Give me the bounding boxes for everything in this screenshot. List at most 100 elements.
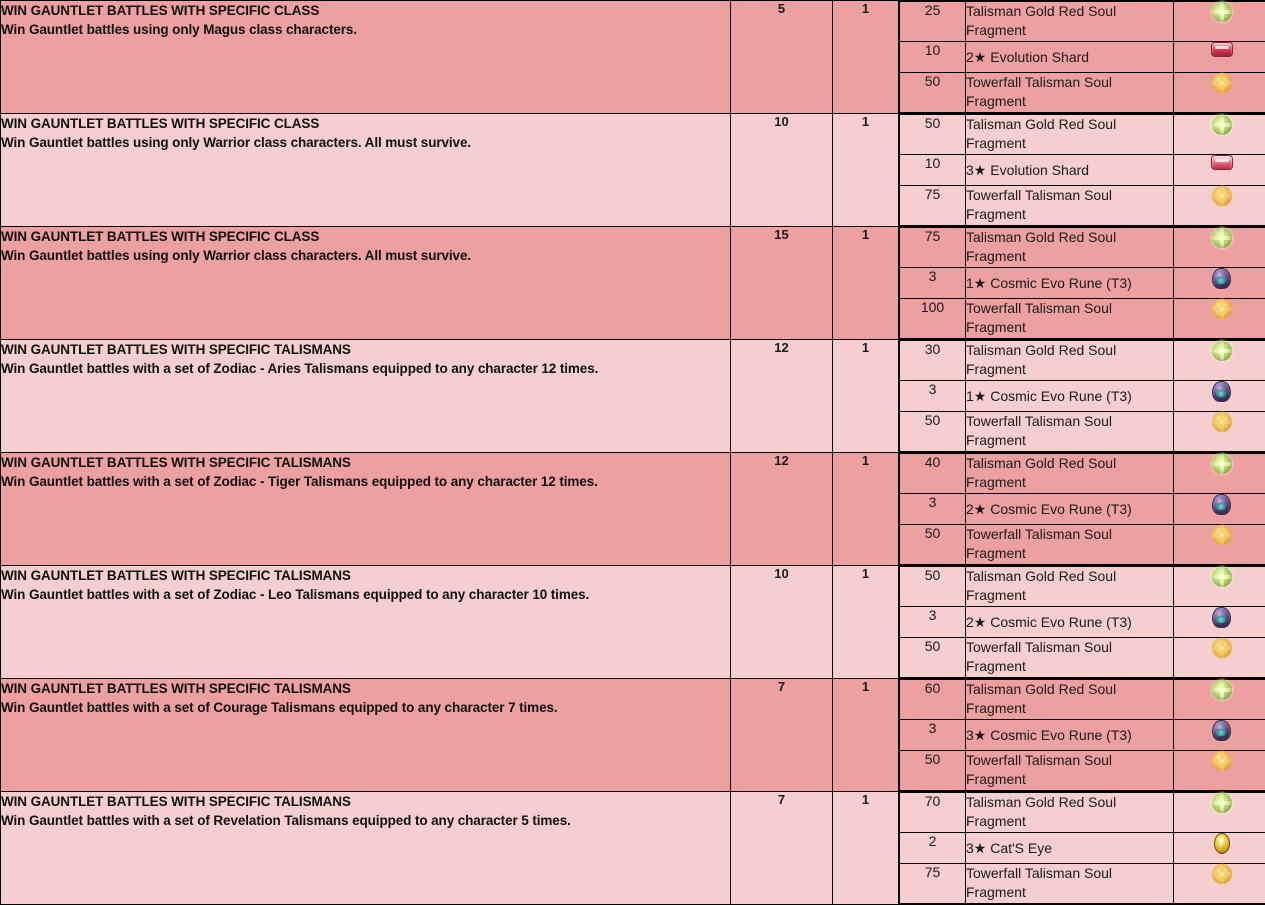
reward-quantity: 3: [900, 720, 966, 751]
reward-name: Talisman Gold Red Soul Fragment: [966, 341, 1174, 381]
reward-row: 30Talisman Gold Red Soul Fragment: [900, 341, 1265, 381]
reward-row: 100Towerfall Talisman Soul Fragment: [900, 299, 1265, 339]
quest-count-cell: 7: [731, 792, 833, 905]
quest-title: WIN GAUNTLET BATTLES WITH SPECIFIC TALIS…: [1, 792, 730, 811]
soul-fragment-icon: [1212, 680, 1232, 700]
soul-fragment-icon: [1212, 567, 1232, 587]
reward-name: 3★ Evolution Shard: [966, 155, 1174, 186]
reward-group-cell: 30Talisman Gold Red Soul Fragment31★ Cos…: [899, 340, 1265, 453]
quest-subtitle: Win Gauntlet battles with a set of Zodia…: [1, 472, 730, 491]
cosmic-evo-rune-icon: [1212, 720, 1231, 741]
quest-count-cell: 12: [731, 453, 833, 566]
reward-quantity: 60: [900, 680, 966, 720]
quest-subtitle: Win Gauntlet battles with a set of Zodia…: [1, 359, 730, 378]
reward-name: Towerfall Talisman Soul Fragment: [966, 638, 1174, 678]
reward-name: Talisman Gold Red Soul Fragment: [966, 793, 1174, 833]
quest-title: WIN GAUNTLET BATTLES WITH SPECIFIC CLASS: [1, 227, 730, 246]
quest-row: WIN GAUNTLET BATTLES WITH SPECIFIC CLASS…: [1, 114, 1265, 227]
reward-icon-cell: [1174, 268, 1265, 299]
quest-subtitle: Win Gauntlet battles with a set of Zodia…: [1, 585, 730, 604]
reward-quantity: 75: [900, 186, 966, 226]
reward-icon-cell: [1174, 381, 1265, 412]
reward-name: Talisman Gold Red Soul Fragment: [966, 115, 1174, 155]
towerfall-fragment-icon: [1212, 864, 1232, 884]
quest-count-cell: 7: [731, 679, 833, 792]
reward-table: 50Talisman Gold Red Soul Fragment103★ Ev…: [899, 114, 1265, 226]
quest-description-cell: WIN GAUNTLET BATTLES WITH SPECIFIC CLASS…: [1, 1, 731, 114]
quest-description-cell: WIN GAUNTLET BATTLES WITH SPECIFIC TALIS…: [1, 453, 731, 566]
reward-row: 25Talisman Gold Red Soul Fragment: [900, 2, 1265, 42]
reward-row: 23★ Cat'S Eye: [900, 833, 1265, 864]
reward-icon-cell: [1174, 73, 1265, 113]
reward-quantity: 10: [900, 155, 966, 186]
quest-subtitle: Win Gauntlet battles using only Warrior …: [1, 246, 730, 265]
towerfall-fragment-icon: [1212, 299, 1232, 319]
reward-quantity: 10: [900, 42, 966, 73]
quest-title: WIN GAUNTLET BATTLES WITH SPECIFIC TALIS…: [1, 679, 730, 698]
quest-times-cell: 1: [833, 679, 899, 792]
quest-title: WIN GAUNTLET BATTLES WITH SPECIFIC TALIS…: [1, 453, 730, 472]
reward-icon-cell: [1174, 228, 1265, 268]
reward-group-cell: 50Talisman Gold Red Soul Fragment32★ Cos…: [899, 566, 1265, 679]
reward-name: Towerfall Talisman Soul Fragment: [966, 864, 1174, 904]
reward-quantity: 50: [900, 525, 966, 565]
quest-description-cell: WIN GAUNTLET BATTLES WITH SPECIFIC CLASS…: [1, 227, 731, 340]
reward-name: Towerfall Talisman Soul Fragment: [966, 525, 1174, 565]
reward-row: 32★ Cosmic Evo Rune (T3): [900, 607, 1265, 638]
reward-quantity: 3: [900, 268, 966, 299]
quest-row: WIN GAUNTLET BATTLES WITH SPECIFIC TALIS…: [1, 792, 1265, 905]
quest-row: WIN GAUNTLET BATTLES WITH SPECIFIC TALIS…: [1, 453, 1265, 566]
quest-row: WIN GAUNTLET BATTLES WITH SPECIFIC TALIS…: [1, 340, 1265, 453]
reward-name: Talisman Gold Red Soul Fragment: [966, 2, 1174, 42]
quest-times-cell: 1: [833, 340, 899, 453]
reward-quantity: 100: [900, 299, 966, 339]
soul-fragment-icon: [1212, 341, 1232, 361]
towerfall-fragment-icon: [1212, 186, 1232, 206]
reward-row: 50Towerfall Talisman Soul Fragment: [900, 638, 1265, 678]
reward-icon-cell: [1174, 680, 1265, 720]
reward-quantity: 75: [900, 864, 966, 904]
quest-row: WIN GAUNTLET BATTLES WITH SPECIFIC TALIS…: [1, 566, 1265, 679]
reward-quantity: 25: [900, 2, 966, 42]
towerfall-fragment-icon: [1212, 412, 1232, 432]
reward-name: Talisman Gold Red Soul Fragment: [966, 228, 1174, 268]
reward-group-cell: 50Talisman Gold Red Soul Fragment103★ Ev…: [899, 114, 1265, 227]
reward-row: 31★ Cosmic Evo Rune (T3): [900, 381, 1265, 412]
soul-fragment-icon: [1212, 228, 1232, 248]
reward-group-cell: 75Talisman Gold Red Soul Fragment31★ Cos…: [899, 227, 1265, 340]
reward-quantity: 3: [900, 494, 966, 525]
reward-name: 3★ Cosmic Evo Rune (T3): [966, 720, 1174, 751]
quest-times-cell: 1: [833, 453, 899, 566]
quest-description-cell: WIN GAUNTLET BATTLES WITH SPECIFIC TALIS…: [1, 340, 731, 453]
reward-icon-cell: [1174, 567, 1265, 607]
reward-quantity: 3: [900, 607, 966, 638]
reward-row: 50Towerfall Talisman Soul Fragment: [900, 73, 1265, 113]
quest-description-cell: WIN GAUNTLET BATTLES WITH SPECIFIC TALIS…: [1, 792, 731, 905]
quest-times-cell: 1: [833, 1, 899, 114]
quest-times-cell: 1: [833, 227, 899, 340]
cosmic-evo-rune-icon: [1212, 268, 1231, 289]
reward-name: Talisman Gold Red Soul Fragment: [966, 454, 1174, 494]
soul-fragment-icon: [1212, 454, 1232, 474]
quest-table: WIN GAUNTLET BATTLES WITH SPECIFIC CLASS…: [0, 0, 1265, 905]
reward-quantity: 50: [900, 412, 966, 452]
quest-count-cell: 10: [731, 566, 833, 679]
soul-fragment-icon: [1212, 115, 1232, 135]
reward-row: 50Towerfall Talisman Soul Fragment: [900, 751, 1265, 791]
reward-icon-cell: [1174, 751, 1265, 791]
quest-subtitle: Win Gauntlet battles with a set of Coura…: [1, 698, 730, 717]
reward-row: 70Talisman Gold Red Soul Fragment: [900, 793, 1265, 833]
reward-icon-cell: [1174, 155, 1265, 186]
reward-icon-cell: [1174, 454, 1265, 494]
reward-quantity: 50: [900, 751, 966, 791]
reward-icon-cell: [1174, 525, 1265, 565]
reward-quantity: 3: [900, 381, 966, 412]
reward-table: 70Talisman Gold Red Soul Fragment23★ Cat…: [899, 792, 1265, 904]
reward-icon-cell: [1174, 833, 1265, 864]
reward-table: 25Talisman Gold Red Soul Fragment102★ Ev…: [899, 1, 1265, 113]
towerfall-fragment-icon: [1212, 638, 1232, 658]
reward-row: 60Talisman Gold Red Soul Fragment: [900, 680, 1265, 720]
quest-title: WIN GAUNTLET BATTLES WITH SPECIFIC CLASS: [1, 114, 730, 133]
cats-eye-icon: [1214, 833, 1230, 854]
quest-title: WIN GAUNTLET BATTLES WITH SPECIFIC CLASS: [1, 1, 730, 20]
